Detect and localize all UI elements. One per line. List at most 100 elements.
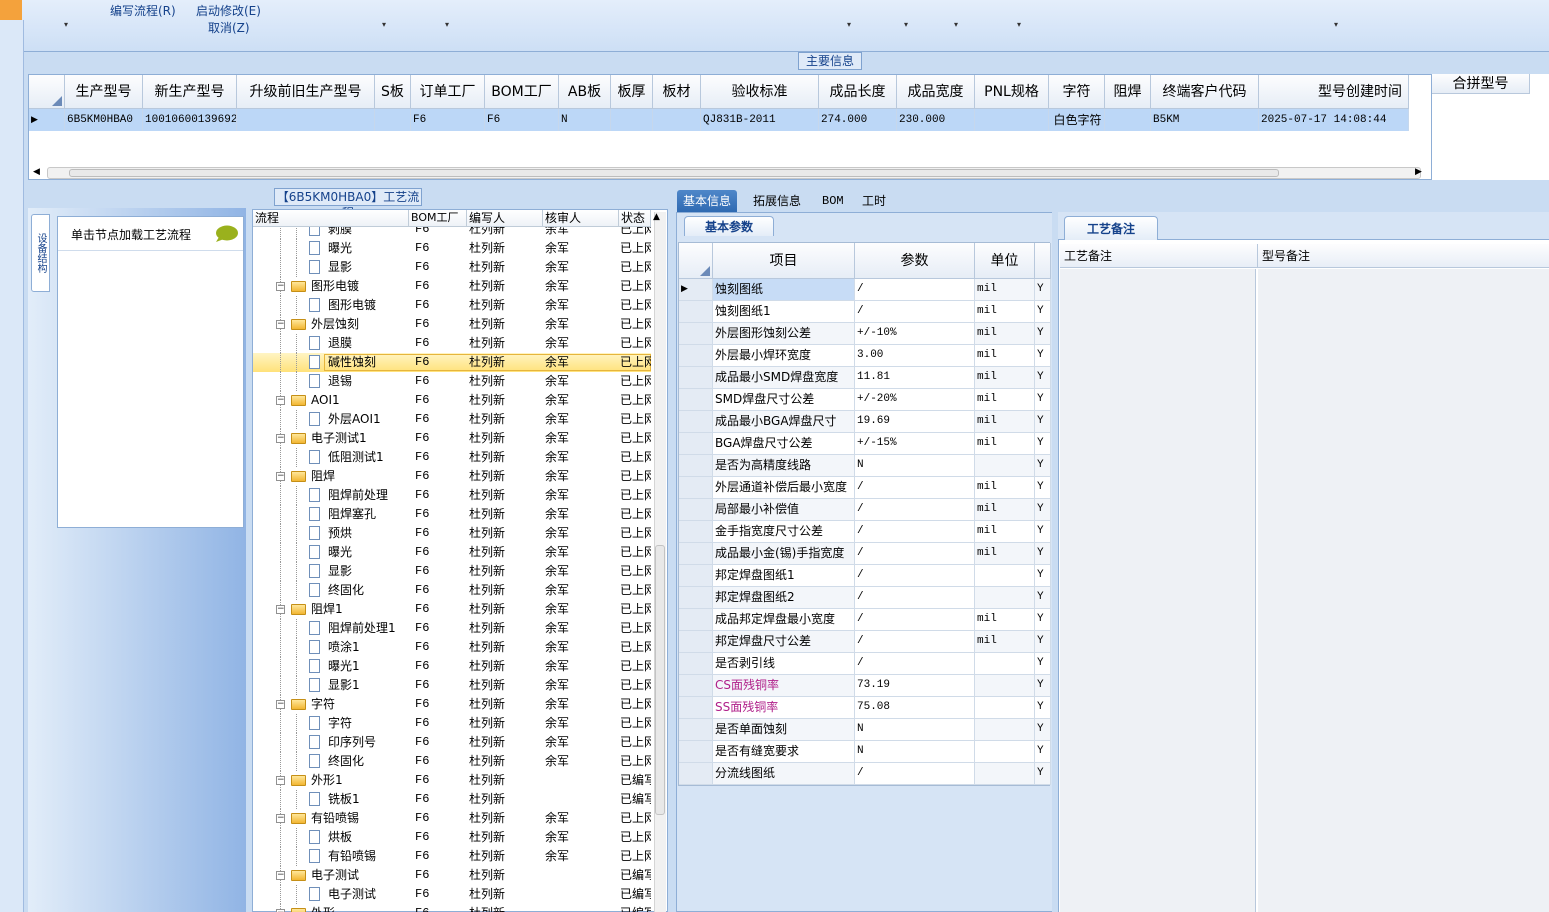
param-row[interactable]: 邦定焊盘图纸1/ Y: [679, 565, 1051, 587]
tree-row[interactable]: 碱性蚀刻 F6 杜列新 余军 已上网: [253, 353, 651, 372]
table-cell[interactable]: 10010600139692: [143, 109, 237, 131]
tree-row[interactable]: 外层AOI1 F6 杜列新 余军 已上网: [253, 410, 651, 429]
table-cell[interactable]: 274.000: [819, 109, 897, 131]
param-value[interactable]: /: [855, 279, 975, 300]
chevron-down-icon[interactable]: ▾: [1334, 20, 1338, 29]
param-row[interactable]: 成品最小金(锡)手指宽度 / mil Y: [679, 543, 1051, 565]
tree-row[interactable]: 字符 F6 杜列新 余军 已上网: [253, 714, 651, 733]
column-header[interactable]: 参数: [855, 243, 975, 278]
collapse-toggle-icon[interactable]: −: [276, 282, 285, 291]
column-header[interactable]: 终端客户代码: [1151, 75, 1259, 108]
param-value[interactable]: /: [855, 565, 975, 586]
table-cell[interactable]: 2025-07-17 14:08:44: [1259, 109, 1409, 131]
param-row[interactable]: 外层通道补偿后最小宽度 / mil Y: [679, 477, 1051, 499]
table-cell[interactable]: F6: [485, 109, 559, 131]
param-value[interactable]: /: [855, 631, 975, 652]
param-row[interactable]: BGA焊盘尺寸公差 +/-15% mil Y: [679, 433, 1051, 455]
scroll-left-icon[interactable]: ◀: [33, 167, 40, 177]
horizontal-scroll-thumb[interactable]: [69, 169, 1279, 177]
tree-row[interactable]: 终固化 F6 杜列新 余军 已上网: [253, 581, 651, 600]
param-row[interactable]: 是否剥引线 / Y: [679, 653, 1051, 675]
param-value[interactable]: /: [855, 301, 975, 322]
param-row[interactable]: 分流线图纸 / Y: [679, 763, 1051, 785]
param-value[interactable]: /: [855, 587, 975, 608]
tree-row[interactable]: 显影1 F6 杜列新 余军 已上网: [253, 676, 651, 695]
collapse-toggle-icon[interactable]: −: [276, 700, 285, 709]
tab-basic-info[interactable]: 基本信息: [677, 190, 738, 212]
tree-row[interactable]: − 阻焊 F6 杜列新 余军 已上网: [253, 467, 651, 486]
column-header[interactable]: 状态: [619, 210, 651, 226]
column-header[interactable]: 核审人: [543, 210, 619, 226]
chevron-down-icon[interactable]: ▾: [445, 20, 449, 29]
column-header[interactable]: 型号创建时间: [1259, 75, 1409, 108]
param-row[interactable]: 局部最小补偿值 / mil Y: [679, 499, 1051, 521]
tree-row[interactable]: 预烘 F6 杜列新 余军 已上网: [253, 524, 651, 543]
param-row[interactable]: 邦定焊盘尺寸公差 / mil Y: [679, 631, 1051, 653]
tree-row[interactable]: 显影 F6 杜列新 余军 已上网: [253, 258, 651, 277]
param-value[interactable]: 3.00: [855, 345, 975, 366]
collapse-toggle-icon[interactable]: −: [276, 434, 285, 443]
column-header[interactable]: 成品长度: [819, 75, 897, 108]
param-value[interactable]: /: [855, 499, 975, 520]
column-header[interactable]: 生产型号: [65, 75, 143, 108]
chevron-down-icon[interactable]: ▾: [847, 20, 851, 29]
table-row[interactable]: ▶ 6B5KM0HBA0 10010600139692 F6 F6 N QJ831B-201…: [29, 109, 1409, 131]
chevron-down-icon[interactable]: ▾: [382, 20, 386, 29]
process-notes-tab[interactable]: 工艺备注: [1064, 216, 1158, 240]
column-header[interactable]: 板材: [653, 75, 701, 108]
table-cell[interactable]: [611, 109, 653, 131]
column-header[interactable]: 编写人: [467, 210, 543, 226]
cancel-button[interactable]: 取消(Z): [208, 19, 250, 36]
param-row[interactable]: 是否单面蚀刻 N Y: [679, 719, 1051, 741]
param-value[interactable]: /: [855, 609, 975, 630]
tree-row[interactable]: − 字符 F6 杜列新 余军 已上网: [253, 695, 651, 714]
model-notes-field[interactable]: [1258, 269, 1549, 912]
collapse-toggle-icon[interactable]: −: [276, 396, 285, 405]
column-header[interactable]: 字符: [1049, 75, 1105, 108]
column-header[interactable]: 新生产型号: [143, 75, 237, 108]
tree-row[interactable]: 电子测试 F6 杜列新 已编写: [253, 885, 651, 904]
param-row[interactable]: SS面残铜率 75.08 Y: [679, 697, 1051, 719]
column-header[interactable]: 成品宽度: [897, 75, 975, 108]
column-header[interactable]: 板厚: [611, 75, 653, 108]
edit-flow-button[interactable]: 编写流程(R): [110, 2, 176, 19]
collapse-toggle-icon[interactable]: −: [276, 814, 285, 823]
tree-row[interactable]: 印序列号 F6 杜列新 余军 已上网: [253, 733, 651, 752]
param-value[interactable]: /: [855, 653, 975, 674]
device-structure-tab[interactable]: 设备结构: [31, 214, 50, 292]
param-row[interactable]: 是否有缝宽要求 N Y: [679, 741, 1051, 763]
param-value[interactable]: N: [855, 741, 975, 762]
vertical-scroll-thumb[interactable]: [655, 545, 665, 815]
param-row[interactable]: 成品最小BGA焊盘尺寸 19.69 mil Y: [679, 411, 1051, 433]
vertical-splitter[interactable]: [246, 208, 252, 912]
column-header[interactable]: BOM工厂: [409, 210, 467, 226]
scroll-right-icon[interactable]: ▶: [1415, 167, 1422, 177]
table-cell[interactable]: 白色字符: [1049, 109, 1105, 131]
column-header[interactable]: BOM工厂: [485, 75, 559, 108]
tree-row[interactable]: 有铅喷锡 F6 杜列新 余军 已上网: [253, 847, 651, 866]
process-notes-field[interactable]: [1060, 269, 1256, 912]
tree-row[interactable]: 低阻测试1 F6 杜列新 余军 已上网: [253, 448, 651, 467]
tree-row[interactable]: 显影 F6 杜列新 余军 已上网: [253, 562, 651, 581]
table-cell[interactable]: [237, 109, 375, 131]
tab-extended-info[interactable]: 拓展信息: [747, 190, 807, 212]
param-row[interactable]: SMD焊盘尺寸公差 +/-20% mil Y: [679, 389, 1051, 411]
tree-row[interactable]: − 有铅喷锡 F6 杜列新 余军 已上网: [253, 809, 651, 828]
tree-row[interactable]: 剥膜 F6 杜列新 余军 已上网: [253, 227, 651, 239]
column-header[interactable]: 项目: [713, 243, 855, 278]
table-cell[interactable]: [975, 109, 1049, 131]
param-value[interactable]: +/-10%: [855, 323, 975, 344]
tree-row[interactable]: 阻焊前处理 F6 杜列新 余军 已上网: [253, 486, 651, 505]
column-header[interactable]: 流程: [253, 210, 409, 226]
column-header[interactable]: 升级前旧生产型号: [237, 75, 375, 108]
param-value[interactable]: N: [855, 455, 975, 476]
chevron-down-icon[interactable]: ▾: [954, 20, 958, 29]
param-row[interactable]: 成品邦定焊盘最小宽度 / mil Y: [679, 609, 1051, 631]
tree-row[interactable]: 曝光1 F6 杜列新 余军 已上网: [253, 657, 651, 676]
param-value[interactable]: +/-20%: [855, 389, 975, 410]
tree-row[interactable]: − 外层蚀刻 F6 杜列新 余军 已上网: [253, 315, 651, 334]
param-row[interactable]: ▶ 蚀刻图纸 / mil Y: [679, 279, 1051, 301]
param-value[interactable]: /: [855, 543, 975, 564]
tree-row[interactable]: − 阻焊1 F6 杜列新 余军 已上网: [253, 600, 651, 619]
tree-row[interactable]: 终固化 F6 杜列新 余军 已上网: [253, 752, 651, 771]
